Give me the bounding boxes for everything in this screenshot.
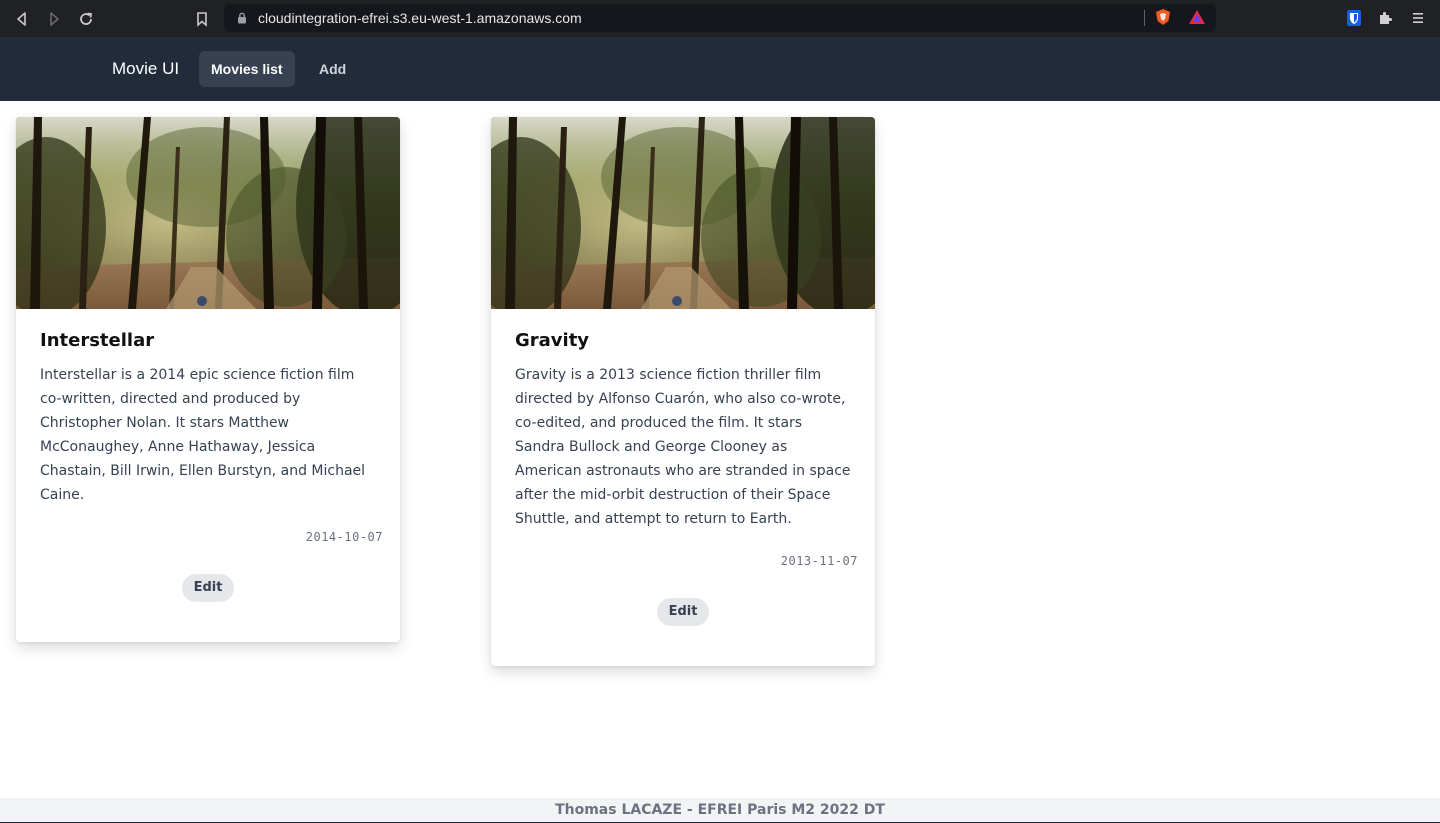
movie-release-date: 2014-10-07 — [305, 530, 383, 544]
back-icon[interactable] — [12, 9, 32, 29]
forward-icon[interactable] — [44, 9, 64, 29]
lock-icon — [238, 12, 246, 24]
edit-button[interactable]: Edit — [181, 574, 235, 602]
browser-toolbar: cloudintegration-efrei.s3.eu-west-1.amaz… — [0, 0, 1440, 37]
reload-icon[interactable] — [76, 9, 96, 29]
brave-rewards-icon[interactable] — [1188, 8, 1206, 26]
nav-link-add[interactable]: Add — [307, 51, 358, 87]
movie-release-date: 2013-11-07 — [780, 554, 858, 568]
edit-button[interactable]: Edit — [656, 598, 710, 626]
movie-title: Interstellar — [40, 330, 155, 351]
movie-card: Interstellar Interstellar is a 2014 epic… — [16, 117, 400, 642]
divider — [1144, 10, 1145, 26]
bitwarden-icon[interactable] — [1345, 9, 1363, 27]
movie-poster-image — [16, 117, 400, 309]
nav-link-movies-list[interactable]: Movies list — [199, 51, 295, 87]
extensions-icon[interactable] — [1377, 9, 1395, 27]
movie-card: Gravity Gravity is a 2013 science fictio… — [491, 117, 875, 666]
brave-shield-icon[interactable] — [1154, 8, 1172, 26]
brand-title[interactable]: Movie UI — [112, 59, 179, 79]
url-text: cloudintegration-efrei.s3.eu-west-1.amaz… — [258, 10, 582, 26]
bookmark-icon[interactable] — [192, 9, 212, 29]
page-footer: Thomas LACAZE - EFREI Paris M2 2022 DT — [0, 798, 1440, 822]
movie-description: Interstellar is a 2014 epic science fict… — [40, 367, 366, 503]
menu-icon[interactable] — [1409, 9, 1427, 27]
movie-description: Gravity is a 2013 science fiction thrill… — [515, 367, 851, 527]
movie-title: Gravity — [515, 330, 590, 351]
address-bar[interactable]: cloudintegration-efrei.s3.eu-west-1.amaz… — [224, 4, 1216, 32]
movie-poster-image — [491, 117, 875, 309]
app-navbar: Movie UI Movies list Add — [0, 37, 1440, 101]
